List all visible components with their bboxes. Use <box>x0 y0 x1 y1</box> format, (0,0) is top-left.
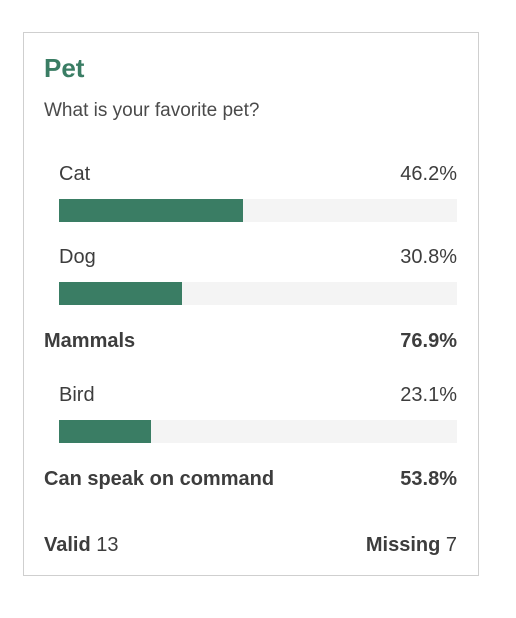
option-bar-track <box>59 199 457 222</box>
option-cat: Cat 46.2% <box>59 162 457 222</box>
question-text: What is your favorite pet? <box>44 100 260 121</box>
group-label: Mammals <box>44 330 136 352</box>
option-dog: Dog 30.8% <box>59 245 457 305</box>
option-bar-track <box>59 282 457 305</box>
question-title: Pet <box>44 53 85 83</box>
missing-label: Missing <box>365 534 446 556</box>
option-percent: 46.2% <box>400 163 457 185</box>
group-percent: 76.9% <box>400 330 457 352</box>
option-bird: Bird 23.1% <box>59 383 457 443</box>
option-percent: 30.8% <box>400 246 457 268</box>
missing-value: 7 <box>445 534 457 556</box>
valid-count: Valid 13 <box>44 533 119 557</box>
valid-value: 13 <box>96 534 119 556</box>
option-bar-track <box>59 420 457 443</box>
option-bar-fill <box>59 282 182 305</box>
option-label-row: Cat 46.2% <box>59 162 457 186</box>
option-label-row: Bird 23.1% <box>59 383 457 407</box>
option-label: Dog <box>59 246 96 268</box>
option-bar-fill <box>59 420 151 443</box>
group-mammals: Mammals 76.9% <box>44 329 457 353</box>
group-percent: 53.8% <box>400 468 457 490</box>
poll-results-card: Pet What is your favorite pet? Cat 46.2%… <box>23 32 479 576</box>
valid-label: Valid <box>44 534 97 556</box>
group-label: Can speak on command <box>44 468 275 490</box>
missing-count: Missing 7 <box>366 533 457 557</box>
group-can-speak: Can speak on command 53.8% <box>44 467 457 491</box>
response-counts: Valid 13 Missing 7 <box>44 533 457 557</box>
option-label: Bird <box>59 384 95 406</box>
option-bar-fill <box>59 199 243 222</box>
option-percent: 23.1% <box>400 384 457 406</box>
option-label-row: Dog 30.8% <box>59 245 457 269</box>
option-label: Cat <box>59 163 91 185</box>
card-content: Pet What is your favorite pet? Cat 46.2%… <box>44 33 457 575</box>
